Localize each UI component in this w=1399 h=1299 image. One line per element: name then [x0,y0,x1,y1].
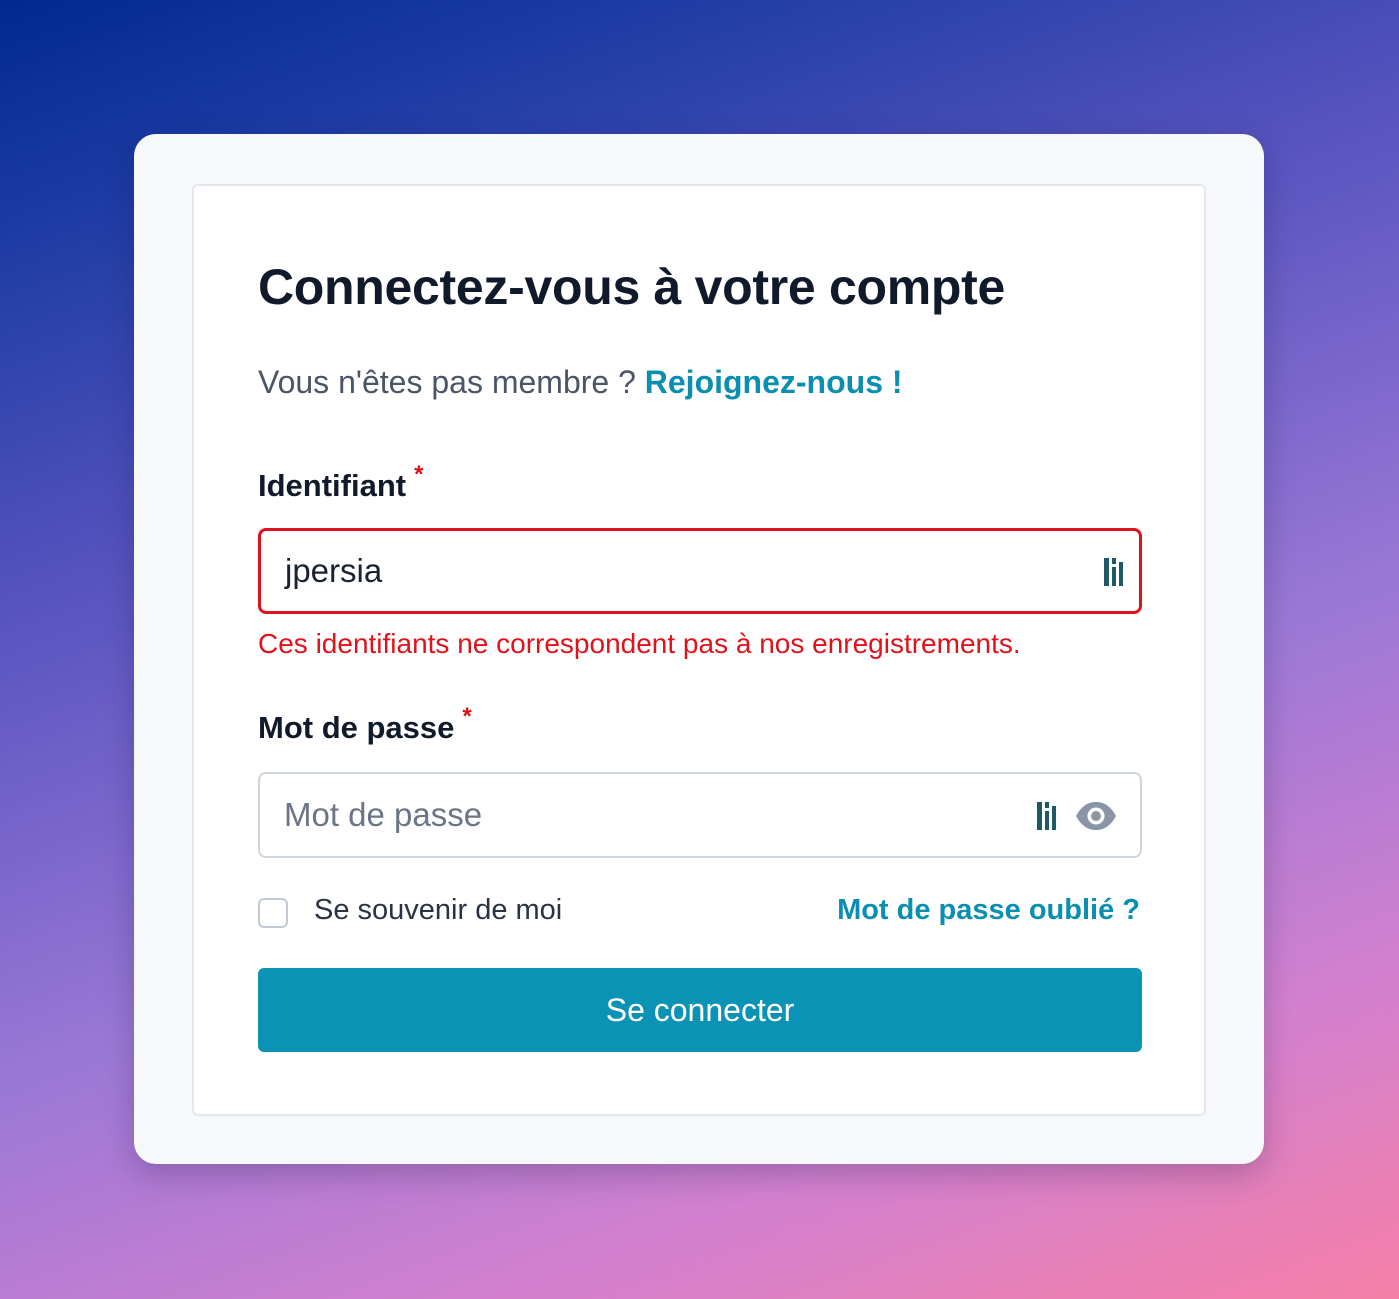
username-error-message: Ces identifiants ne correspondent pas à … [258,628,1021,659]
password-manager-icon[interactable] [1103,557,1129,587]
password-placeholder[interactable]: Mot de passe [284,774,482,856]
username-field[interactable]: jpersia [258,528,1142,614]
login-panel: Connectez-vous à votre compte Vous n'ête… [192,184,1206,1116]
login-card: Connectez-vous à votre compte Vous n'ête… [134,134,1264,1164]
username-value[interactable]: jpersia [285,531,382,611]
username-label: Identifiant [258,468,407,503]
eye-icon[interactable] [1074,800,1118,832]
forgot-password-link[interactable]: Mot de passe oublié ? [837,894,1140,927]
password-field[interactable]: Mot de passe [258,772,1142,858]
login-button[interactable]: Se connecter [258,968,1142,1052]
page-title: Connectez-vous à votre compte [258,259,1006,315]
signup-prompt-text: Vous n'êtes pas membre ? [258,364,636,400]
signup-prompt-line: Vous n'êtes pas membre ? Rejoignez-nous … [258,364,903,401]
password-label: Mot de passe [258,710,455,745]
password-manager-icon[interactable] [1036,801,1062,831]
username-label-row: Identifiant * [258,461,423,504]
password-label-row: Mot de passe * [258,703,472,746]
remember-me-label[interactable]: Se souvenir de moi [314,894,562,927]
password-required-mark: * [462,703,472,730]
signup-link[interactable]: Rejoignez-nous ! [645,364,903,400]
username-required-mark: * [414,461,424,488]
remember-me-checkbox[interactable] [258,898,288,928]
